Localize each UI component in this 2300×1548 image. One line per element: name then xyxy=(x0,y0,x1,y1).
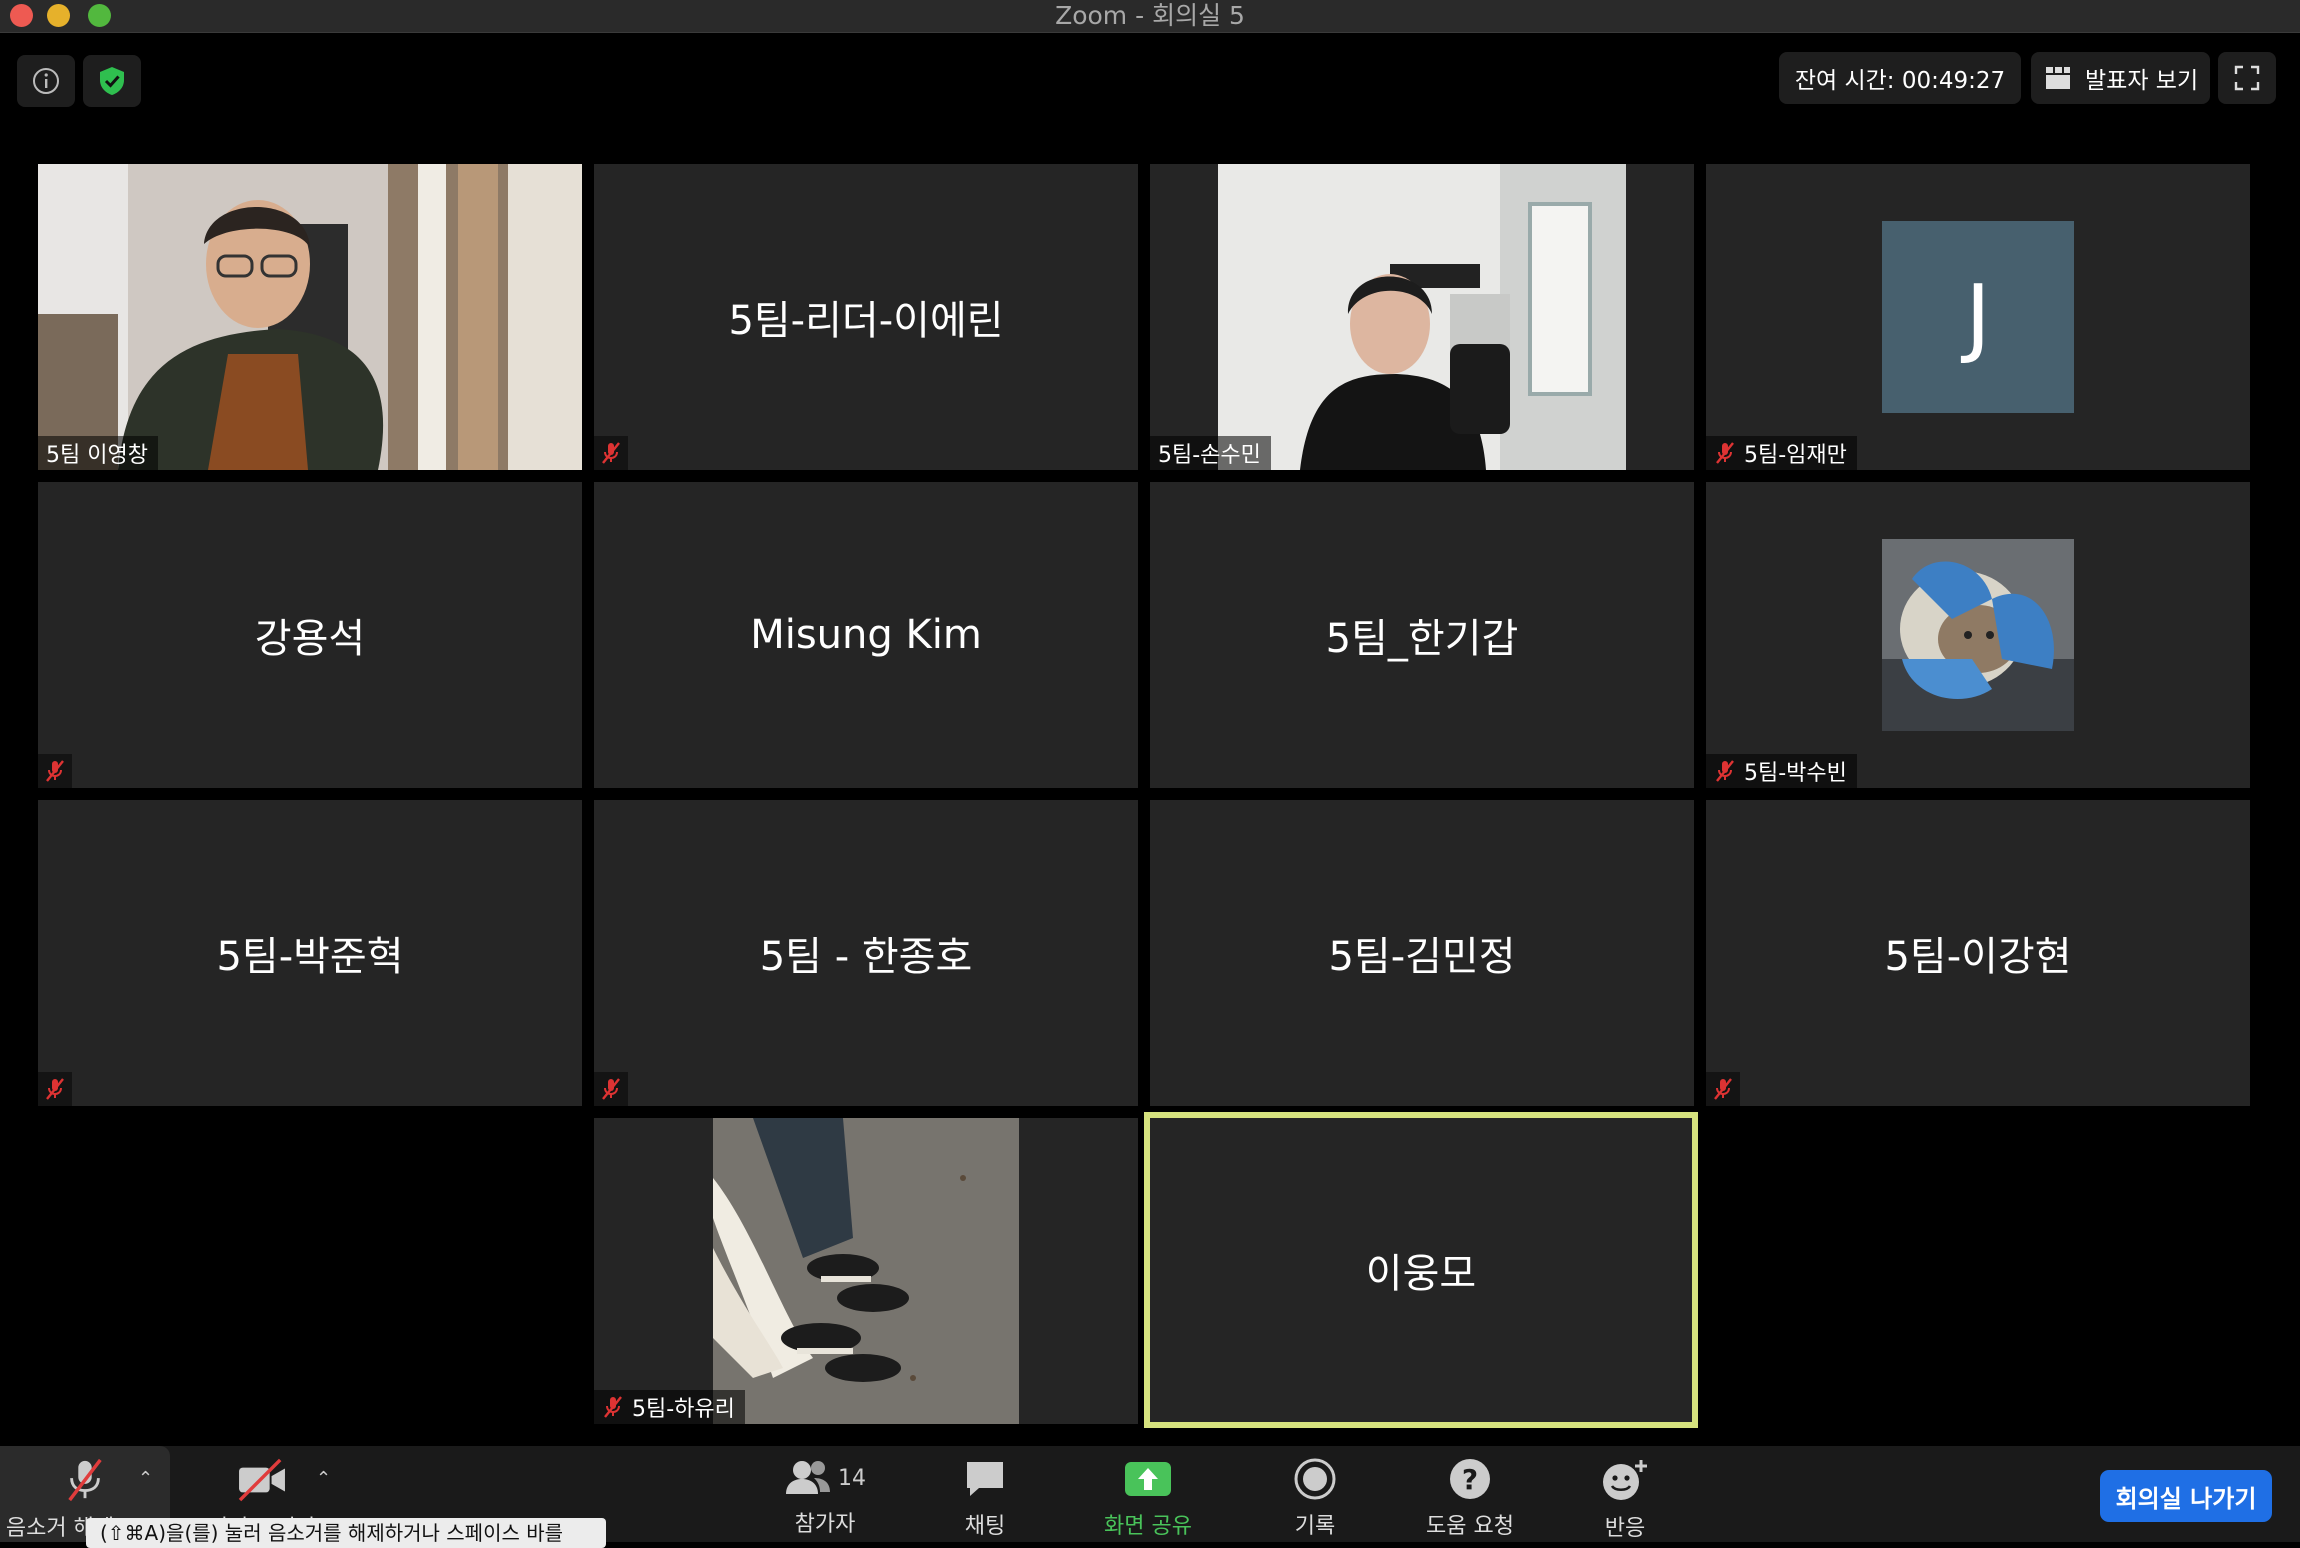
share-screen-button[interactable]: 화면 공유 xyxy=(1080,1446,1216,1542)
participant-tile[interactable]: 5팀_한기갑 xyxy=(1150,482,1694,788)
participant-display-name: 5팀-이강현 xyxy=(1884,934,2072,980)
reactions-button[interactable]: 반응 xyxy=(1570,1446,1680,1542)
record-button[interactable]: 기록 xyxy=(1260,1446,1370,1542)
participant-tile[interactable]: 5팀 이영창 xyxy=(38,164,582,470)
active-speaker-tile[interactable]: 이웅모 xyxy=(1144,1112,1698,1428)
window-titlebar: Zoom - 회의실 5 xyxy=(0,0,2300,33)
mic-muted-icon xyxy=(46,1078,64,1100)
info-icon xyxy=(33,68,59,94)
participant-tile[interactable]: 강용석 xyxy=(38,482,582,788)
participant-tile[interactable]: 5팀-이강현 xyxy=(1706,800,2250,1106)
participant-name-label: 5팀-임재만 xyxy=(1706,436,1857,470)
mic-muted-icon xyxy=(46,760,64,782)
avatar: J xyxy=(1882,221,2074,413)
security-button[interactable] xyxy=(83,55,141,107)
participant-tile[interactable]: 5팀-박준혁 xyxy=(38,800,582,1106)
participant-name: 5팀-박수빈 xyxy=(1744,761,1847,786)
mic-muted-icon xyxy=(602,442,620,464)
fullscreen-button[interactable] xyxy=(2218,52,2276,104)
ask-for-help-label: 도움 요청 xyxy=(1426,1514,1514,1539)
participant-display-name: Misung Kim xyxy=(750,612,982,658)
chat-label: 채팅 xyxy=(964,1514,1006,1539)
participant-tile[interactable]: 5팀-김민정 xyxy=(1150,800,1694,1106)
muted-badge xyxy=(594,436,628,470)
mic-muted-icon xyxy=(1714,1078,1732,1100)
video-off-icon xyxy=(238,1458,285,1502)
participant-display-name: 5팀-리더-이에린 xyxy=(728,298,1004,344)
mic-muted-icon xyxy=(1716,442,1734,464)
participant-name: 5팀-임재만 xyxy=(1744,443,1847,468)
meeting-info-button[interactable] xyxy=(17,55,75,107)
help-icon: ? xyxy=(1450,1459,1490,1499)
svg-text:?: ? xyxy=(1462,1463,1478,1496)
record-label: 기록 xyxy=(1294,1514,1336,1539)
participant-display-name: 5팀-박준혁 xyxy=(216,934,404,980)
participant-name-label: 5팀-박수빈 xyxy=(1706,754,1857,788)
video-options-caret[interactable]: ⌃ xyxy=(316,1468,331,1489)
participant-tile[interactable]: 5팀-리더-이에린 xyxy=(594,164,1138,470)
participant-name: 5팀 이영창 xyxy=(46,443,148,468)
participant-tile[interactable]: 5팀-손수민 xyxy=(1150,164,1694,470)
participant-tile[interactable]: 5팀 - 한종호 xyxy=(594,800,1138,1106)
muted-badge xyxy=(38,754,72,788)
reaction-smile-icon xyxy=(1603,1460,1647,1500)
muted-badge xyxy=(594,1072,628,1106)
leave-room-button[interactable]: 회의실 나가기 xyxy=(2100,1470,2272,1522)
participant-tile[interactable]: 5팀-하유리 xyxy=(594,1118,1138,1424)
avatar xyxy=(1882,539,2074,731)
mic-muted-icon xyxy=(602,1078,620,1100)
muted-badge xyxy=(38,1072,72,1106)
participant-video xyxy=(38,164,582,470)
grid-view-icon xyxy=(2046,67,2070,89)
participant-display-name: 강용석 xyxy=(254,616,366,662)
participant-display-name: 5팀 - 한종호 xyxy=(759,934,973,980)
mic-muted-icon xyxy=(604,1396,622,1418)
share-screen-icon xyxy=(1125,1462,1171,1496)
participants-button[interactable]: 14 참가자 xyxy=(770,1446,880,1542)
chat-icon xyxy=(967,1462,1003,1496)
participant-tile[interactable]: 5팀-박수빈 xyxy=(1706,482,2250,788)
share-screen-label: 화면 공유 xyxy=(1104,1514,1192,1539)
participant-name-label: 5팀-하유리 xyxy=(594,1390,745,1424)
reactions-label: 반응 xyxy=(1604,1516,1646,1541)
participant-display-name: 5팀_한기갑 xyxy=(1325,616,1519,662)
mic-muted-icon xyxy=(68,1458,102,1502)
muted-badge xyxy=(1706,1072,1740,1106)
shield-check-icon xyxy=(100,67,124,95)
remaining-time: 잔여 시간: 00:49:27 xyxy=(1779,52,2021,104)
record-icon xyxy=(1294,1458,1336,1500)
participants-count: 14 xyxy=(838,1465,866,1491)
participant-tile[interactable]: J 5팀-임재만 xyxy=(1706,164,2250,470)
speaker-view-label: 발표자 보기 xyxy=(2085,68,2199,94)
participant-name: 5팀-하유리 xyxy=(632,1397,735,1422)
window-title: Zoom - 회의실 5 xyxy=(1055,1,1245,30)
participant-name-label: 5팀-손수민 xyxy=(1150,436,1271,470)
ask-for-help-button[interactable]: ? 도움 요청 xyxy=(1410,1446,1530,1542)
participant-name: 5팀-손수민 xyxy=(1158,443,1261,468)
participant-display-name: 이웅모 xyxy=(1365,1251,1477,1297)
participants-label: 참가자 xyxy=(794,1512,856,1537)
audio-options-caret[interactable]: ⌃ xyxy=(138,1468,153,1489)
unmute-shortcut-tooltip: (⇧⌘A)을(를) 눌러 음소거를 해제하거나 스페이스 바를 xyxy=(86,1518,606,1548)
fullscreen-icon xyxy=(2234,65,2260,91)
participant-video xyxy=(1150,164,1694,470)
speaker-view-button[interactable]: 발표자 보기 xyxy=(2031,52,2210,104)
participant-tile[interactable]: Misung Kim xyxy=(594,482,1138,788)
avatar xyxy=(713,1118,1019,1424)
avatar-letter: J xyxy=(1965,267,1991,367)
mic-muted-icon xyxy=(1716,760,1734,782)
participant-name-label: 5팀 이영창 xyxy=(38,436,158,470)
participants-icon xyxy=(786,1461,830,1494)
participant-display-name: 5팀-김민정 xyxy=(1328,934,1516,980)
chat-button[interactable]: 채팅 xyxy=(930,1446,1040,1542)
